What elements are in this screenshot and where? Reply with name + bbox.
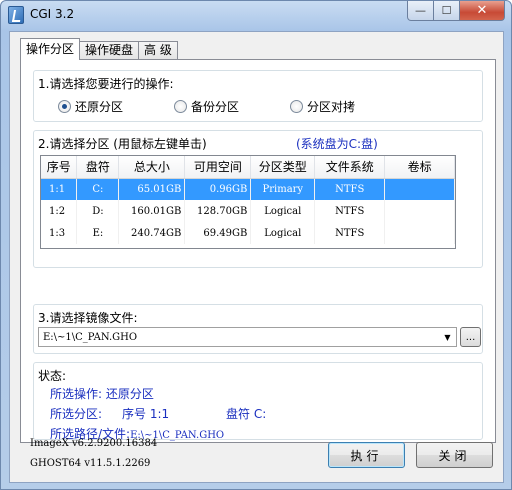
cell-type: Primary xyxy=(250,178,316,200)
col-drive[interactable]: 盘符 xyxy=(76,156,120,179)
radio-restore-label: 还原分区 xyxy=(75,100,124,114)
status-operation: 所选操作: 还原分区 xyxy=(50,387,154,401)
client-area: 操作分区 操作硬盘 高 级 1.请选择您要进行的操作: 还原分区 备份分区 分区… xyxy=(9,31,504,483)
status-group: 状态: 所选操作: 还原分区 所选分区: 序号 1:1 盘符 C: 所选路径/文… xyxy=(33,362,483,441)
cell-label xyxy=(384,178,455,200)
image-file-value: E:\~1\C_PAN.GHO xyxy=(43,331,138,343)
partition-group: 2.请选择分区 (用鼠标左键单击) (系统盘为C:盘) 序号 盘符 总大小 可用… xyxy=(33,130,483,268)
tab-panel: 1.请选择您要进行的操作: 还原分区 备份分区 分区对拷 2.请选择分区 (用鼠… xyxy=(20,59,496,443)
close-window-button[interactable]: ✕ xyxy=(460,1,505,21)
status-partition-number: 序号 1:1 xyxy=(122,405,169,422)
radio-icon[interactable] xyxy=(58,100,71,113)
radio-copy[interactable]: 分区对拷 xyxy=(290,98,355,115)
partition-label: 2.请选择分区 (用鼠标左键单击) xyxy=(38,137,207,151)
status-partition-drive-text: 盘符 C: xyxy=(226,407,267,421)
cell-size: 65.01GB xyxy=(118,178,186,200)
cell-size: 240.74GB xyxy=(118,222,186,244)
operation-group: 1.请选择您要进行的操作: 还原分区 备份分区 分区对拷 xyxy=(33,70,483,122)
cell-size: 160.01GB xyxy=(118,200,186,222)
cell-drive: C: xyxy=(76,178,120,200)
image-group: 3.请选择镜像文件: E:\~1\C_PAN.GHO ▼ ... xyxy=(33,304,483,354)
cell-fs: NTFS xyxy=(314,178,386,200)
table-row[interactable]: 1:1 C: 65.01GB 0.96GB Primary NTFS xyxy=(41,178,455,200)
status-partition-drive: 盘符 C: xyxy=(226,405,266,422)
cell-type: Logical xyxy=(250,200,316,222)
cell-free: 128.70GB xyxy=(184,200,252,222)
radio-restore[interactable]: 还原分区 xyxy=(58,98,123,115)
chevron-down-icon[interactable]: ▼ xyxy=(439,328,456,346)
cell-type: Logical xyxy=(250,222,316,244)
operation-label: 1.请选择您要进行的操作: xyxy=(38,77,174,91)
col-type[interactable]: 分区类型 xyxy=(250,156,316,179)
table-row[interactable]: 1:3 E: 240.74GB 69.49GB Logical NTFS xyxy=(41,222,455,244)
status-label: 状态: xyxy=(38,369,67,383)
browse-button[interactable]: ... xyxy=(460,327,481,347)
radio-copy-label: 分区对拷 xyxy=(307,100,356,114)
execute-button[interactable]: 执行 xyxy=(328,442,405,468)
maximize-button[interactable]: ☐ xyxy=(434,1,460,21)
cell-index: 1:3 xyxy=(41,222,78,244)
col-label[interactable]: 卷标 xyxy=(384,156,455,179)
cell-fs: NTFS xyxy=(314,200,386,222)
title-bar[interactable]: CGI 3.2 — ☐ ✕ xyxy=(1,1,511,31)
image-file-select[interactable]: E:\~1\C_PAN.GHO ▼ xyxy=(38,327,457,347)
col-free[interactable]: 可用空间 xyxy=(184,156,252,179)
status-partition-prefix: 所选分区: xyxy=(50,407,103,421)
radio-icon[interactable] xyxy=(174,100,187,113)
cell-label xyxy=(384,222,455,244)
imagex-version: ImageX v6.2.9200.16384 xyxy=(30,438,158,449)
minimize-button[interactable]: — xyxy=(407,1,434,21)
app-icon xyxy=(8,6,24,24)
app-window: CGI 3.2 — ☐ ✕ 操作分区 操作硬盘 高 级 1.请选择您要进行的操作… xyxy=(0,0,512,490)
image-label: 3.请选择镜像文件: xyxy=(38,311,138,325)
window-title: CGI 3.2 xyxy=(30,7,75,21)
partition-list[interactable]: 序号 盘符 总大小 可用空间 分区类型 文件系统 卷标 1:1 C: 65.01… xyxy=(40,155,456,249)
ghost-version: GHOST64 v11.5.1.2269 xyxy=(30,458,151,469)
tab-disk[interactable]: 操作硬盘 xyxy=(79,41,140,60)
cell-drive: E: xyxy=(76,222,120,244)
status-partition: 所选分区: xyxy=(50,405,102,422)
cell-index: 1:2 xyxy=(41,200,78,222)
cell-label xyxy=(384,200,455,222)
tab-partition[interactable]: 操作分区 xyxy=(20,38,81,60)
tab-advanced[interactable]: 高 级 xyxy=(138,41,178,60)
cell-drive: D: xyxy=(76,200,120,222)
radio-icon[interactable] xyxy=(290,100,303,113)
cell-free: 0.96GB xyxy=(184,178,252,200)
close-button[interactable]: 关闭 xyxy=(416,442,493,468)
tab-bar: 操作分区 操作硬盘 高 级 xyxy=(20,38,178,60)
col-fs[interactable]: 文件系统 xyxy=(314,156,386,179)
cell-free: 69.49GB xyxy=(184,222,252,244)
cell-fs: NTFS xyxy=(314,222,386,244)
col-size[interactable]: 总大小 xyxy=(118,156,186,179)
radio-backup[interactable]: 备份分区 xyxy=(174,98,239,115)
cell-index: 1:1 xyxy=(41,178,78,200)
radio-backup-label: 备份分区 xyxy=(191,100,240,114)
system-disk-note: (系统盘为C:盘) xyxy=(296,137,378,151)
table-row[interactable]: 1:2 D: 160.01GB 128.70GB Logical NTFS xyxy=(41,200,455,222)
status-partition-number-text: 序号 1:1 xyxy=(122,407,170,421)
col-index[interactable]: 序号 xyxy=(41,156,78,179)
